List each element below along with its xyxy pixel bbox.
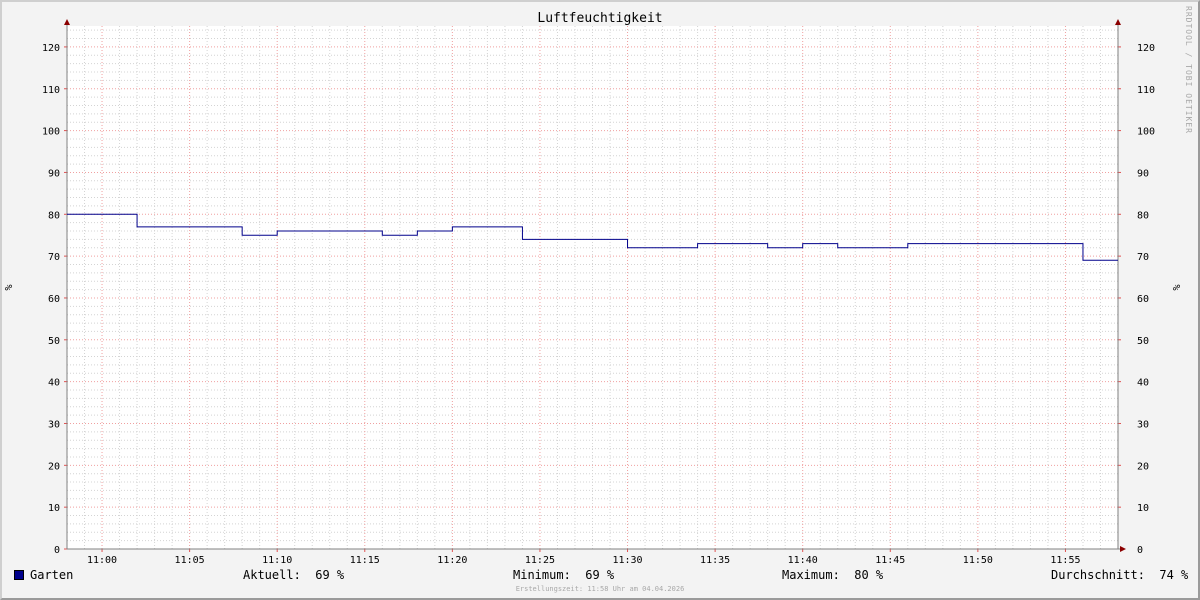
y-tick-label-right: 110 <box>1137 85 1155 96</box>
x-tick-label: 11:35 <box>700 555 730 566</box>
y-tick-label-right: 50 <box>1137 336 1149 347</box>
y-tick-label-right: 90 <box>1137 168 1149 179</box>
x-tick-label: 11:00 <box>87 555 117 566</box>
x-tick-label: 11:55 <box>1050 555 1080 566</box>
y-tick-label-right: 0 <box>1137 545 1143 556</box>
y-tick-label: 80 <box>48 210 60 221</box>
y-tick-label: 100 <box>42 127 60 138</box>
y-tick-label-right: 10 <box>1137 503 1149 514</box>
y-tick-label-right: 80 <box>1137 210 1149 221</box>
x-tick-label: 11:10 <box>262 555 292 566</box>
y-tick-label-right: 20 <box>1137 461 1149 472</box>
x-tick-label: 11:40 <box>788 555 818 566</box>
watermark: RRDTOOL / TOBI OETIKER <box>1184 6 1193 134</box>
y-tick-label: 90 <box>48 168 60 179</box>
y-tick-label: 10 <box>48 503 60 514</box>
y-tick-label: 60 <box>48 294 60 305</box>
x-tick-label: 11:50 <box>963 555 993 566</box>
y-tick-label: 0 <box>54 545 60 556</box>
y-axis-label-right: % <box>1172 284 1183 290</box>
humidity-chart: 11:00 11:05 11:10 11:15 11:20 11:25 11:30 11:35… <box>4 19 1183 566</box>
y-tick-label: 20 <box>48 461 60 472</box>
legend-minimum: Minimum: 69 % <box>513 568 615 582</box>
x-tick-label: 11:20 <box>437 555 467 566</box>
x-tick-label: 11:15 <box>350 555 380 566</box>
y-tick-label: 120 <box>42 43 60 54</box>
legend-maximum: Maximum: 80 % <box>782 568 884 582</box>
footer-timestamp: Erstellungszeit: 11:58 Uhr am 04.04.2026 <box>515 585 685 593</box>
y-tick-label-right: 120 <box>1137 43 1155 54</box>
x-tick-label: 11:45 <box>875 555 905 566</box>
y-tick-label: 30 <box>48 419 60 430</box>
legend-series-name: Garten <box>30 568 74 582</box>
y-tick-label-right: 60 <box>1137 294 1149 305</box>
legend-current: Aktuell: 69 % <box>243 568 345 582</box>
y-tick-label: 70 <box>48 252 60 263</box>
x-tick-label: 11:25 <box>525 555 555 566</box>
x-tick-label: 11:05 <box>175 555 205 566</box>
y-tick-label-right: 40 <box>1137 378 1149 389</box>
legend-average: Durchschnitt: 74 % <box>1051 568 1189 582</box>
y-tick-label-right: 30 <box>1137 419 1149 430</box>
y-tick-label: 40 <box>48 378 60 389</box>
y-tick-label-right: 70 <box>1137 252 1149 263</box>
y-tick-label: 110 <box>42 85 60 96</box>
chart-title: Luftfeuchtigkeit <box>537 11 663 26</box>
y-tick-label-right: 100 <box>1137 127 1155 138</box>
x-tick-label: 11:30 <box>612 555 642 566</box>
y-tick-label: 50 <box>48 336 60 347</box>
legend-swatch <box>14 570 24 580</box>
x-axis-arrow-icon <box>1120 546 1126 552</box>
y-axis-label: % <box>4 284 15 290</box>
